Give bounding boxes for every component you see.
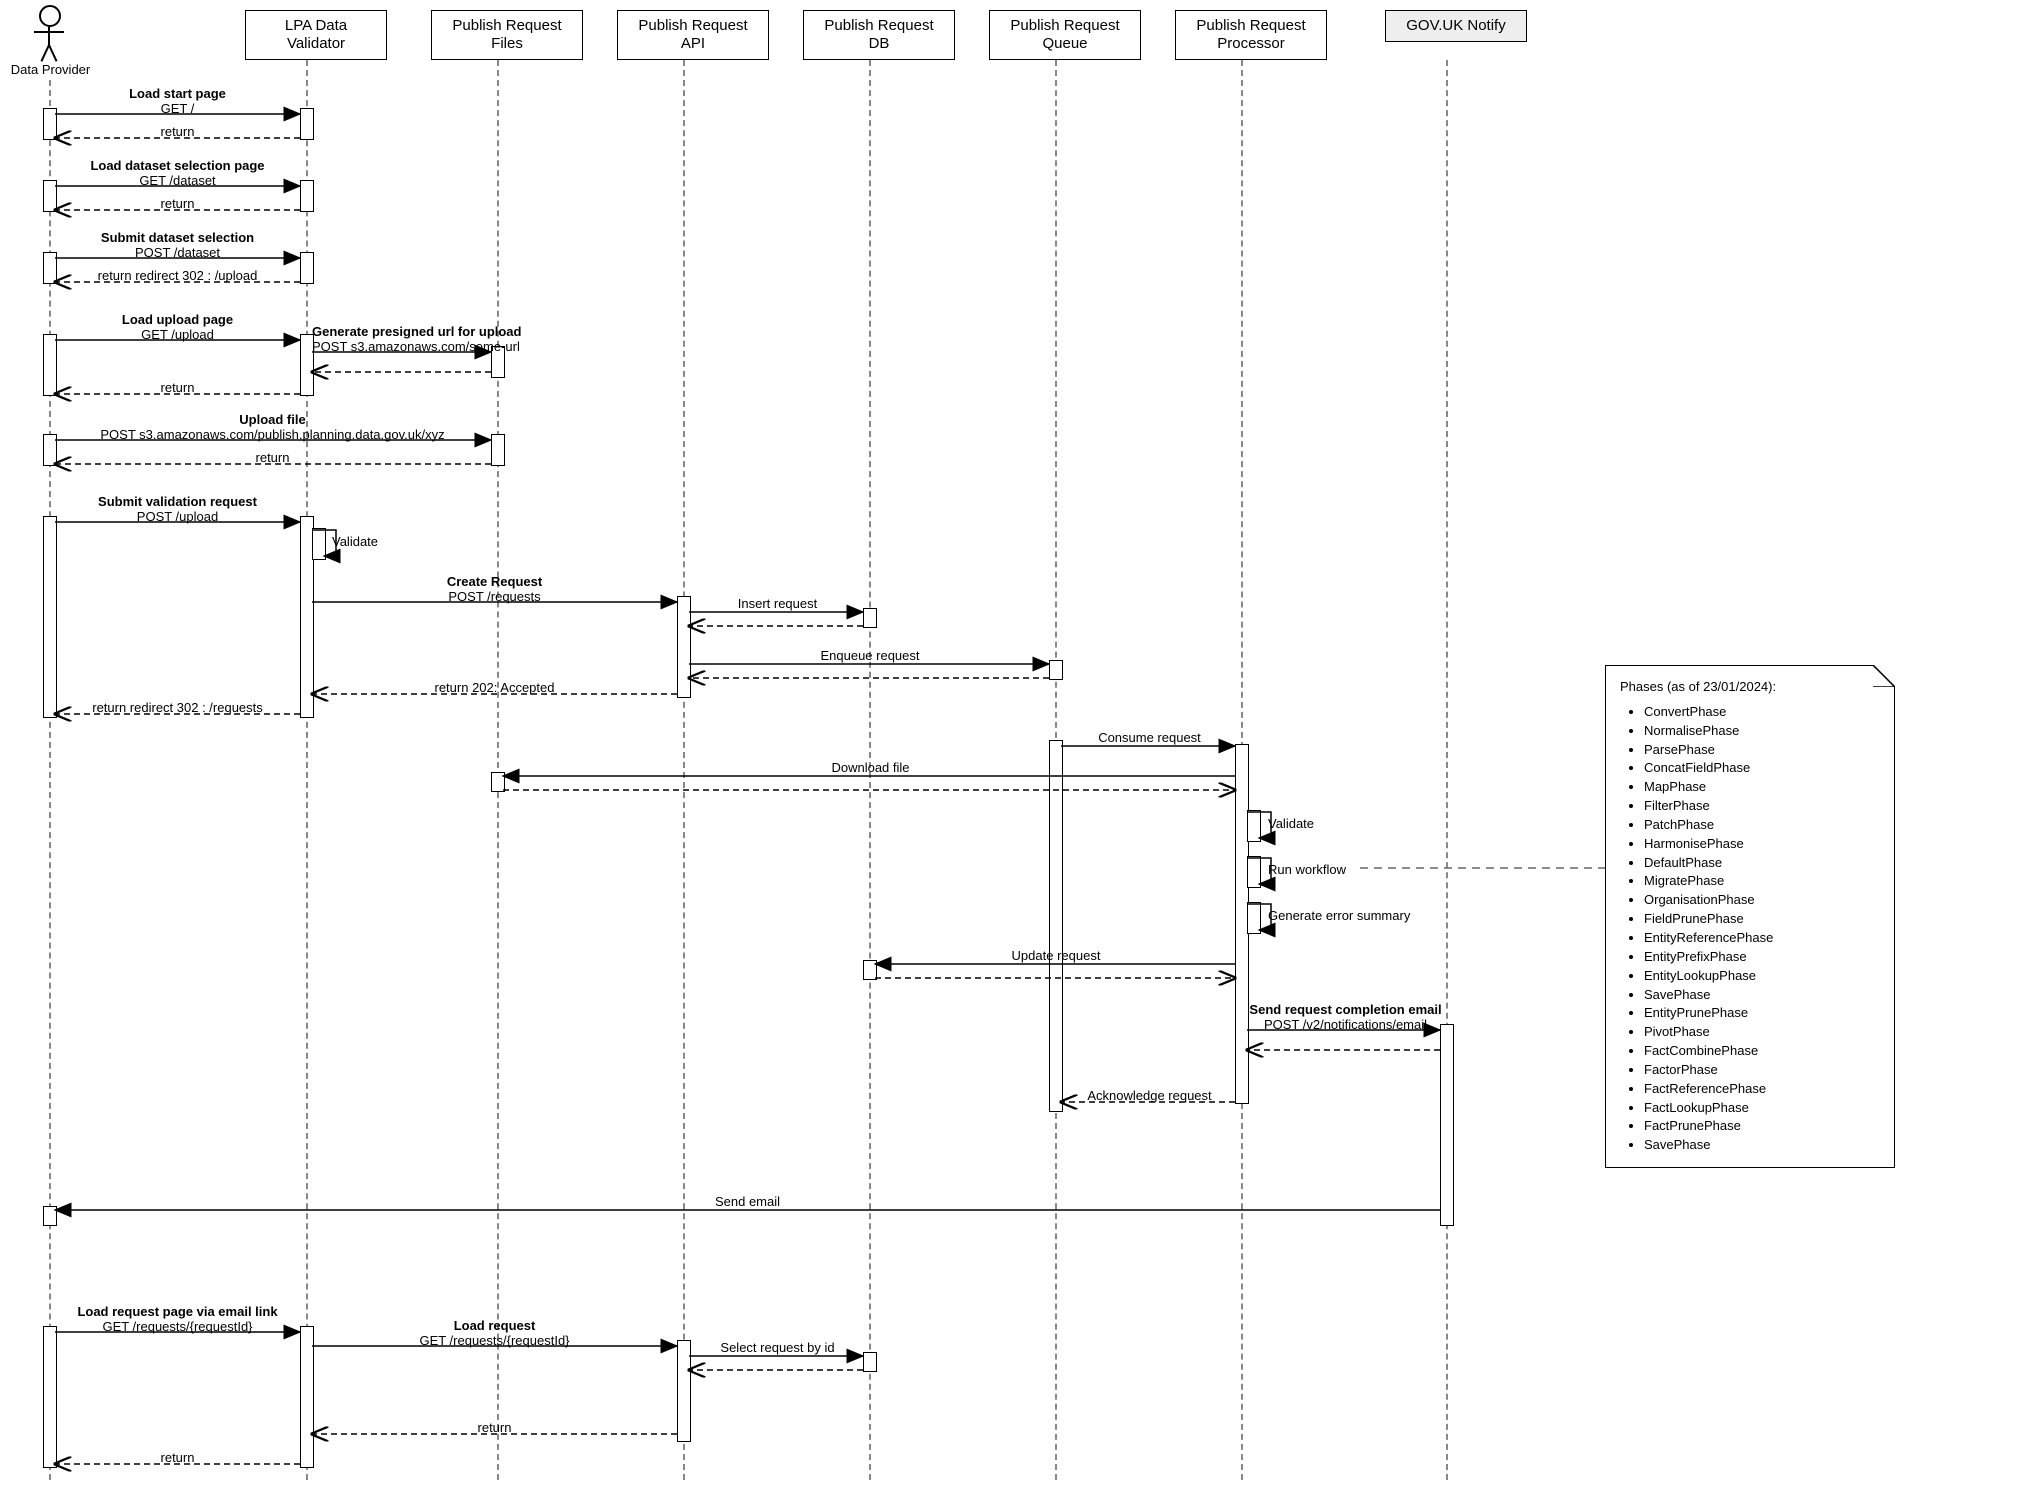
msg-self-validate: Validate: [332, 534, 378, 549]
lifeline-notify: [1446, 60, 1448, 1480]
msg-enqueue-req: Enqueue request: [690, 648, 1050, 663]
msg-redirect-requests: return redirect 302 : /requests: [55, 700, 300, 715]
phase-item: ConcatFieldPhase: [1644, 759, 1880, 778]
activation-actor-email: [43, 1206, 57, 1226]
phase-item: FactCombinePhase: [1644, 1042, 1880, 1061]
phase-item: MapPhase: [1644, 778, 1880, 797]
msg-download-file: Download file: [503, 760, 1238, 775]
phases-list: ConvertPhaseNormalisePhaseParsePhaseConc…: [1620, 703, 1880, 1155]
phase-item: FactPrunePhase: [1644, 1117, 1880, 1136]
activation-db-3: [863, 1352, 877, 1372]
phase-item: DefaultPhase: [1644, 854, 1880, 873]
participant-queue: Publish Request Queue: [989, 10, 1141, 60]
msg-return-4: return: [55, 450, 490, 465]
activation-validator-2: [300, 180, 314, 212]
phase-item: EntityReferencePhase: [1644, 929, 1880, 948]
participant-db: Publish Request DB: [803, 10, 955, 60]
msg-consume-req: Consume request: [1062, 730, 1237, 745]
phase-item: EntityPrunePhase: [1644, 1004, 1880, 1023]
msg-select-by-id: Select request by id: [690, 1340, 865, 1355]
activation-processor-self-3: [1247, 902, 1261, 934]
phase-item: PivotPhase: [1644, 1023, 1880, 1042]
activation-files-2: [491, 434, 505, 466]
phase-item: EntityPrefixPhase: [1644, 948, 1880, 967]
phase-item: SavePhase: [1644, 986, 1880, 1005]
sequence-diagram: Data Provider LPA Data Validator Publish…: [0, 0, 2018, 1507]
phase-item: FactorPhase: [1644, 1061, 1880, 1080]
phase-item: FactLookupPhase: [1644, 1099, 1880, 1118]
msg-presigned: Generate presigned url for uploadPOST s3…: [312, 324, 492, 354]
phase-item: OrganisationPhase: [1644, 891, 1880, 910]
msg-submit-val: Submit validation requestPOST /upload: [55, 494, 300, 524]
msg-return-5: return: [312, 1420, 677, 1435]
phases-note: Phases (as of 23/01/2024): ConvertPhaseN…: [1605, 665, 1895, 1168]
participant-notify: GOV.UK Notify: [1385, 10, 1527, 42]
phase-item: FieldPrunePhase: [1644, 910, 1880, 929]
phases-note-title: Phases (as of 23/01/2024):: [1620, 678, 1880, 697]
phase-item: PatchPhase: [1644, 816, 1880, 835]
activation-processor-self-2: [1247, 856, 1261, 888]
lifeline-files: [497, 60, 499, 1480]
phase-item: FactReferencePhase: [1644, 1080, 1880, 1099]
msg-load-start: Load start pageGET /: [55, 86, 300, 116]
msg-upload-file: Upload filePOST s3.amazonaws.com/publish…: [55, 412, 490, 442]
msg-send-email: Send request completion emailPOST /v2/no…: [1248, 1002, 1443, 1032]
activation-processor-self-1: [1247, 810, 1261, 842]
msg-update-req: Update request: [876, 948, 1236, 963]
activation-api-2: [677, 1340, 691, 1442]
msg-ack-req: Acknowledge request: [1062, 1088, 1237, 1103]
msg-load-ds: Load dataset selection pageGET /dataset: [55, 158, 300, 188]
msg-send-email-actor: Send email: [55, 1194, 1440, 1209]
phase-item: NormalisePhase: [1644, 722, 1880, 741]
phase-item: MigratePhase: [1644, 872, 1880, 891]
msg-ret-202: return 202: Accepted: [312, 680, 677, 695]
activation-queue-1: [1049, 660, 1063, 680]
activation-actor-5: [43, 516, 57, 718]
phase-item: HarmonisePhase: [1644, 835, 1880, 854]
activation-notify: [1440, 1024, 1454, 1226]
phase-item: ParsePhase: [1644, 741, 1880, 760]
msg-run-workflow: Run workflow: [1268, 862, 1346, 877]
msg-load-req: Load requestGET /requests/{requestId}: [312, 1318, 677, 1348]
activation-validator-1: [300, 108, 314, 140]
msg-gen-err: Generate error summary: [1268, 908, 1410, 923]
activation-validator-3: [300, 252, 314, 284]
actor-label: Data Provider: [8, 62, 93, 77]
activation-db-2: [863, 960, 877, 980]
phase-item: ConvertPhase: [1644, 703, 1880, 722]
participant-api: Publish Request API: [617, 10, 769, 60]
msg-create-req: Create RequestPOST /requests: [312, 574, 677, 604]
msg-return-6: return: [55, 1450, 300, 1465]
participant-files: Publish Request Files: [431, 10, 583, 60]
msg-redirect-upload: return redirect 302 : /upload: [55, 268, 300, 283]
activation-actor-6: [43, 1326, 57, 1468]
participant-processor: Publish Request Processor: [1175, 10, 1327, 60]
phase-item: SavePhase: [1644, 1136, 1880, 1155]
msg-load-req-page: Load request page via email linkGET /req…: [55, 1304, 300, 1334]
msg-return-1: return: [55, 124, 300, 139]
msg-insert-req: Insert request: [690, 596, 865, 611]
participant-validator: LPA Data Validator: [245, 10, 387, 60]
activation-db-1: [863, 608, 877, 628]
activation-files-3: [491, 772, 505, 792]
activation-api-1: [677, 596, 691, 698]
msg-submit-ds: Submit dataset selectionPOST /dataset: [55, 230, 300, 260]
activation-queue-2: [1049, 740, 1063, 1112]
msg-return-3: return: [55, 380, 300, 395]
phase-item: FilterPhase: [1644, 797, 1880, 816]
msg-return-2: return: [55, 196, 300, 211]
msg-load-upload: Load upload pageGET /upload: [55, 312, 300, 342]
phase-item: EntityLookupPhase: [1644, 967, 1880, 986]
msg-proc-validate: Validate: [1268, 816, 1314, 831]
lifeline-actor: [49, 80, 51, 1480]
activation-validator-self: [312, 528, 326, 560]
